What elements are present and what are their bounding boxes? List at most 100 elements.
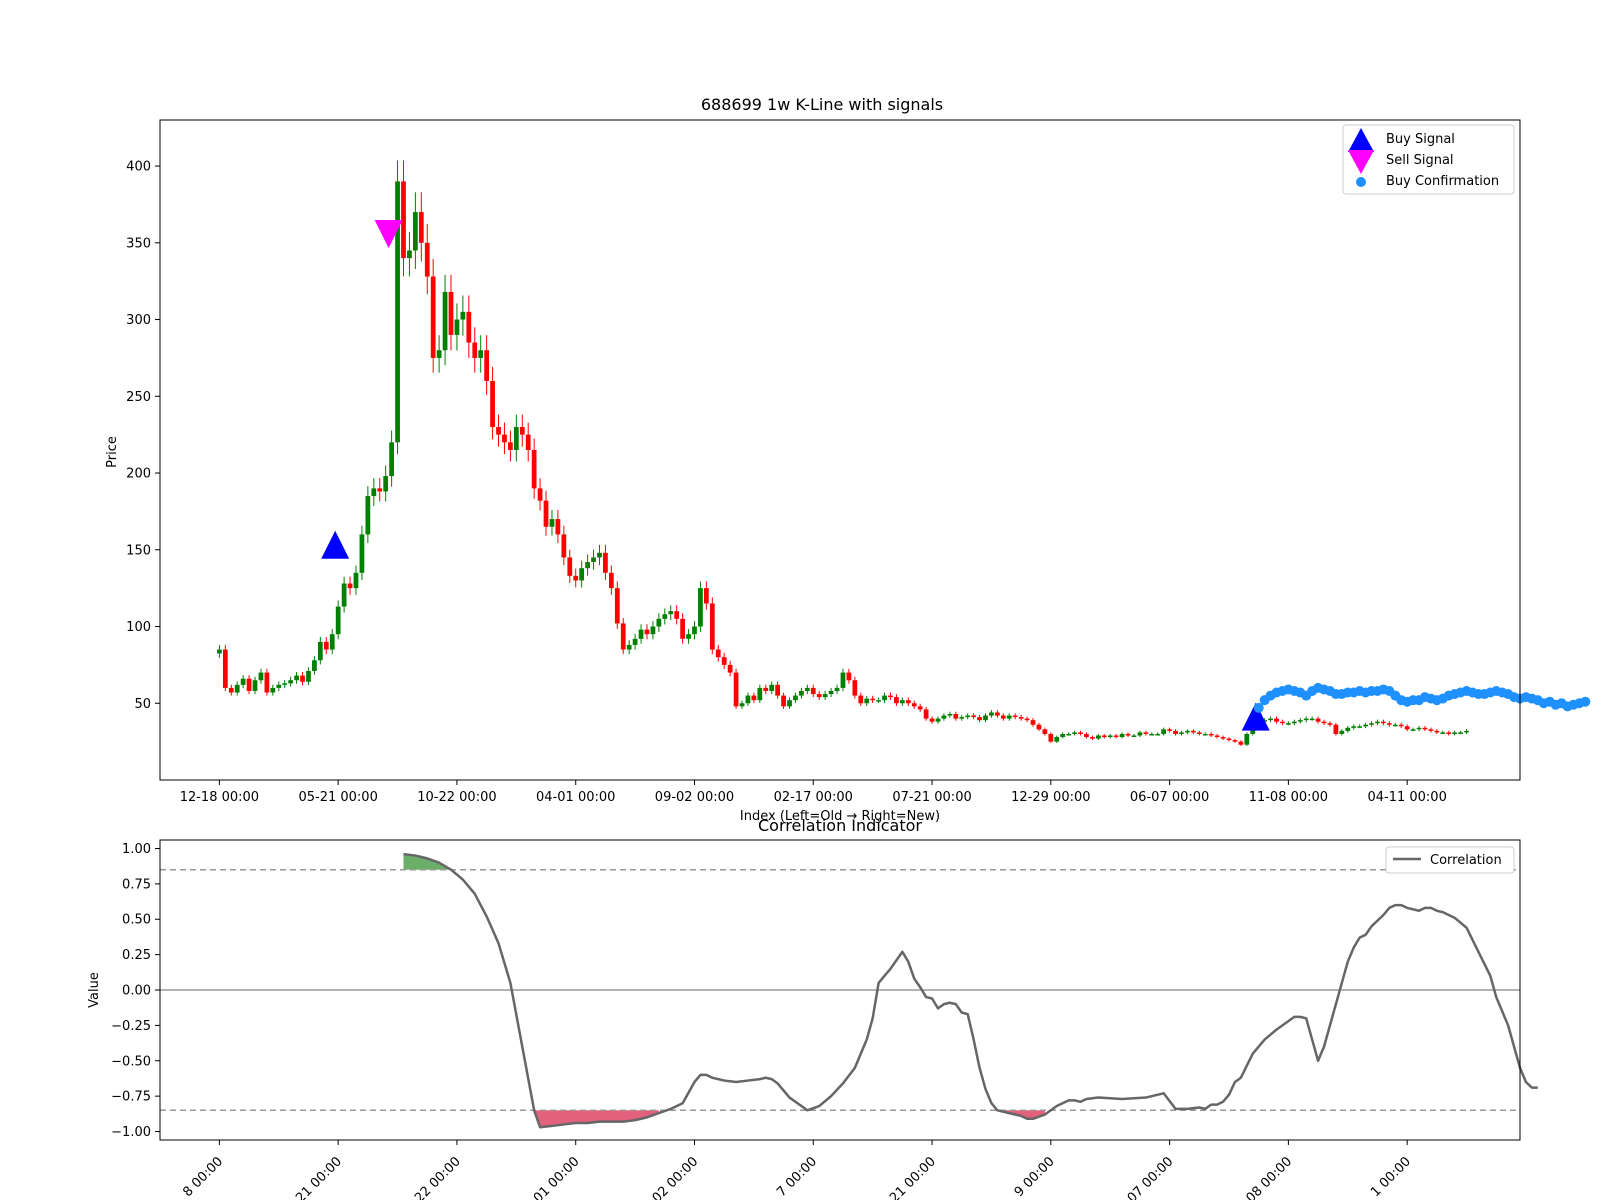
- candle-body: [1238, 741, 1244, 745]
- candle-body: [1012, 715, 1018, 718]
- candle-body: [1309, 718, 1315, 721]
- candle-body: [222, 649, 228, 688]
- price-y-axis: 50 100 150 200 250 300 350 400: [126, 160, 160, 712]
- price-x-tick-label: 12-18 00:00: [180, 790, 259, 805]
- candle-body: [490, 380, 495, 427]
- price-x-tick-label: 04-11 00:00: [1367, 790, 1446, 805]
- price-y-tick-label: 150: [126, 543, 151, 558]
- price-x-tick-label: 11-08 00:00: [1249, 790, 1328, 805]
- buy-signal-marker: [321, 530, 350, 559]
- candle-body: [555, 519, 561, 535]
- candle-body: [418, 212, 424, 243]
- candle-body: [1196, 732, 1202, 734]
- candle-body: [638, 629, 644, 639]
- correlation-x-tick-label: 01 00:00: [531, 1154, 583, 1200]
- candle-body: [733, 672, 739, 707]
- correlation-x-tick-label: 1 00:00: [1368, 1154, 1414, 1200]
- candle-body: [721, 657, 727, 665]
- candle-body: [1244, 733, 1250, 745]
- candle-body: [270, 687, 276, 693]
- candle-body: [579, 568, 585, 581]
- candle-body: [704, 588, 709, 604]
- candle-body: [1078, 732, 1083, 734]
- candle-body: [294, 675, 299, 681]
- candle-body: [1137, 732, 1143, 736]
- candle-body: [1042, 729, 1048, 734]
- candle-body: [288, 680, 294, 684]
- candle-body: [1024, 718, 1030, 721]
- candle-body: [882, 695, 887, 701]
- candle-body: [1363, 724, 1368, 727]
- candle-body: [401, 181, 406, 259]
- candle-body: [1202, 733, 1208, 736]
- candle-body: [935, 718, 941, 722]
- candle-body: [1113, 735, 1119, 738]
- candle-body: [941, 715, 947, 719]
- candle-body: [1321, 721, 1327, 724]
- candle-body: [757, 687, 763, 701]
- candle-body: [965, 715, 971, 718]
- candle-body: [1416, 727, 1422, 730]
- candle-body: [1297, 720, 1303, 722]
- price-legend: Buy Signal Sell Signal Buy Confirmation: [1342, 124, 1515, 195]
- candle-body: [252, 680, 258, 691]
- candle-body: [365, 496, 371, 535]
- candle-body: [799, 690, 804, 696]
- candle-body: [1464, 730, 1469, 733]
- correlation-y-tick-label: 1.00: [122, 842, 151, 857]
- correlation-y-axis-label: Value: [87, 972, 102, 1008]
- candle-body: [525, 434, 531, 450]
- candle-body: [436, 350, 442, 358]
- high-correlation-fill: [403, 854, 452, 870]
- candle-body: [858, 695, 864, 704]
- price-x-tick-label: 10-22 00:00: [417, 790, 496, 805]
- candle-body: [407, 250, 412, 259]
- price-y-tick-label: 100: [126, 620, 151, 635]
- candle-body: [608, 572, 614, 589]
- legend-sell-signal: Sell Signal: [1386, 153, 1454, 168]
- candle-body: [680, 618, 685, 639]
- correlation-y-tick-label: 0.25: [122, 948, 151, 963]
- candle-body: [620, 623, 626, 650]
- candle-body: [870, 698, 876, 701]
- price-y-tick-label: 250: [126, 390, 151, 405]
- candle-body: [276, 684, 282, 688]
- candle-body: [947, 714, 953, 716]
- candle-body: [1190, 730, 1196, 733]
- correlation-x-tick-label: 9 00:00: [1012, 1154, 1058, 1200]
- price-x-tick-label: 05-21 00:00: [298, 790, 377, 805]
- candle-body: [1410, 729, 1416, 731]
- correlation-y-tick-label: 0.50: [122, 913, 151, 928]
- candle-body: [923, 709, 929, 719]
- candle-body: [626, 644, 632, 650]
- candle-body: [240, 678, 246, 685]
- correlation-x-tick-label: 7 00:00: [774, 1154, 820, 1200]
- candle-body: [513, 426, 519, 450]
- candle-body: [1185, 730, 1190, 733]
- candle-body: [234, 684, 240, 693]
- candle-body: [591, 557, 596, 563]
- candle-body: [662, 614, 668, 619]
- buy-confirmation-point: [1580, 696, 1591, 707]
- candle-body: [1339, 730, 1345, 734]
- candle-body: [531, 450, 537, 489]
- candle-body: [674, 611, 680, 619]
- candle-body: [971, 715, 976, 718]
- candle-body: [1440, 732, 1446, 734]
- price-chart-title: 688699 1w K-Line with signals: [701, 95, 943, 114]
- candle-body: [549, 519, 555, 527]
- correlation-x-tick-label: 02 00:00: [650, 1154, 702, 1200]
- candle-body: [727, 664, 733, 673]
- candle-body: [537, 488, 543, 501]
- correlation-x-tick-label: 07 00:00: [1125, 1154, 1177, 1200]
- candle-body: [632, 638, 638, 645]
- candle-body: [1345, 727, 1351, 731]
- price-y-tick-label: 400: [126, 160, 151, 175]
- candle-body: [228, 687, 234, 693]
- candle-body: [573, 575, 579, 581]
- candle-body: [656, 618, 662, 627]
- candle-body: [1357, 726, 1363, 728]
- candle-body: [804, 687, 810, 691]
- candle-body: [1327, 723, 1333, 725]
- candle-body: [448, 291, 454, 335]
